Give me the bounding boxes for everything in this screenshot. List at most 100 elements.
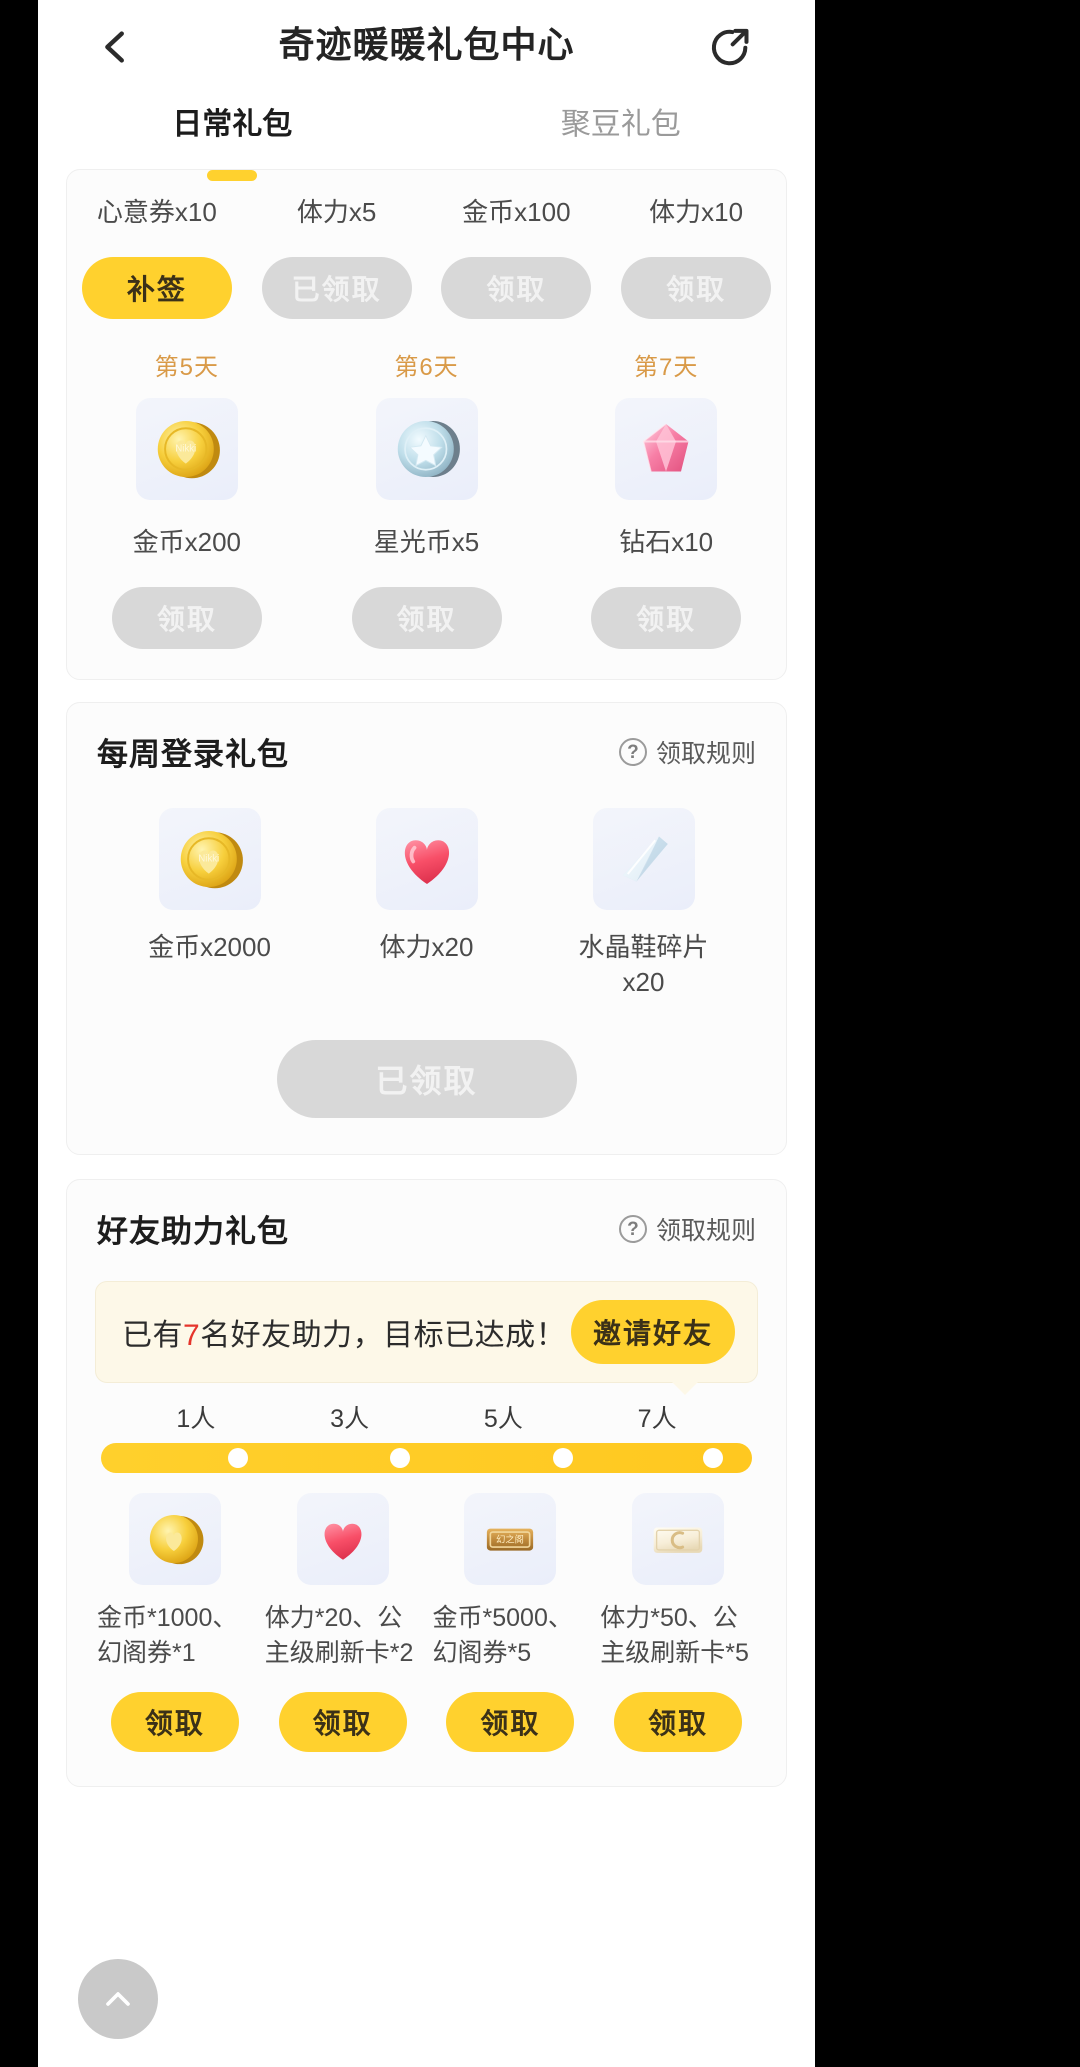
tab-daily-gifts-label: 日常礼包 [172,108,293,141]
progress-bar-wrap [67,1435,786,1474]
friend-reward-cell: 金币*1000、幻阁券*1 [91,1493,259,1670]
weekly-card-title: 每周登录礼包 [97,737,289,772]
tab-bar: 日常礼包 聚豆礼包 [38,95,816,181]
button-slot: 领取 [91,1692,259,1753]
signin-top-row: 心意券x10 补签 体力x5 已领取 金币x100 领取 体力x10 领取 [67,170,786,319]
button-slot: 领取 [606,229,786,319]
weekly-rules-link[interactable]: ? 领取规则 [618,734,756,770]
reward-thumbnail [296,1493,389,1586]
friend-progress-bar [101,1443,752,1474]
weekly-rules-label: 领取规则 [655,739,756,768]
friend-reward-cell: 体力*20、公主级刷新卡*2 [259,1493,427,1670]
claimed-button: 已领取 [261,257,412,319]
signin-bottom-row: 第5天 Nikki 金币x200 第6天 星光币x5 第7天 钻石x10 [67,319,786,559]
signin-cell: 心意券x10 补签 [67,170,247,319]
button-slot: 领取 [67,559,307,649]
milestone-label: 1人 [176,1405,216,1434]
reward-thumbnail [632,1493,725,1586]
progress-suffix: 名好友助力，目标已达成！ [200,1319,567,1353]
day-label: 第7天 [634,354,699,381]
signin-cell: 体力x10 领取 [606,170,786,319]
gold-coin-icon: Nikki [157,420,220,479]
makeup-signin-button[interactable]: 补签 [81,257,232,319]
reward-name: 钻石x10 [619,527,714,557]
button-slot: 领取 [546,559,786,649]
friend-help-card: 好友助力礼包 ? 领取规则 已有7名好友助力，目标已达成！ 邀请好友 1人 3人… [66,1179,787,1788]
friend-progress-text: 已有7名好友助力，目标已达成！ [122,1310,566,1354]
claim-button[interactable]: 领取 [591,587,742,649]
chevron-up-icon [106,1992,130,2006]
signin-day-cell: 第5天 Nikki 金币x200 [67,319,307,559]
share-button[interactable] [697,14,763,80]
tab-active-indicator [207,170,258,181]
weekly-button-slot: 已领取 [67,1000,786,1154]
friend-reward-cell: 体力*50、公主级刷新卡*5 [594,1493,762,1670]
claim-button[interactable]: 领取 [441,257,592,319]
gold-coin-icon: Nikki [180,830,243,889]
app-header: 奇迹暖暖礼包中心 [38,0,815,95]
signin-cell: 金币x100 领取 [427,170,607,319]
milestone-dot [553,1448,574,1469]
claim-button[interactable]: 领取 [614,1692,743,1753]
svg-text:Nikki: Nikki [198,853,219,864]
milestone-dot [702,1448,723,1469]
button-slot: 已领取 [247,229,427,319]
question-mark-icon: ? [618,1214,647,1243]
claim-button[interactable]: 领取 [110,1692,239,1753]
button-slot: 领取 [427,1692,595,1753]
friend-rules-label: 领取规则 [655,1216,756,1245]
friend-reward-cell: 幻之阁 金币*5000、幻阁券*5 [427,1493,595,1670]
friend-claim-buttons: 领取 领取 领取 领取 [67,1670,786,1786]
progress-prefix: 已有 [122,1319,183,1353]
heart-icon [404,840,449,884]
svg-text:幻之阁: 幻之阁 [497,1534,525,1545]
card-icon [653,1527,703,1554]
reward-name: 体力*50、公主级刷新卡*5 [600,1604,749,1667]
friend-card-header: 好友助力礼包 ? 领取规则 [67,1180,786,1255]
reward-thumbnail [615,398,718,500]
question-mark-icon: ? [618,737,647,766]
right-letterbox [815,0,1080,2067]
button-slot: 领取 [259,1692,427,1753]
reward-thumbnail [375,808,478,910]
claim-button[interactable]: 领取 [446,1692,575,1753]
button-slot: 补签 [67,229,247,319]
friend-rules-link[interactable]: ? 领取规则 [618,1211,756,1247]
invite-friends-button[interactable]: 邀请好友 [570,1300,735,1365]
reward-thumbnail: 幻之阁 [464,1493,557,1586]
weekly-card-header: 每周登录礼包 ? 领取规则 [67,703,786,778]
milestone-label: 7人 [637,1405,677,1434]
reward-thumbnail [592,808,695,910]
app-screen: 奇迹暖暖礼包中心 日常礼包 聚豆礼包 心意券x10 补签 体力x5 已领取 金币… [38,0,815,2067]
milestone-dot [227,1448,248,1469]
weekly-claimed-button: 已领取 [276,1040,577,1119]
claim-button[interactable]: 领取 [111,587,262,649]
weekly-reward-cell: 水晶鞋碎片 x20 [535,792,752,1000]
signin-bottom-buttons: 领取 领取 领取 [67,559,786,649]
reward-name: 金币*5000、幻阁券*5 [432,1604,573,1667]
progress-count: 7 [183,1319,201,1353]
reward-name: 水晶鞋碎片 x20 [578,932,709,998]
weekly-login-card: 每周登录礼包 ? 领取规则 Nikki 金币x2000 体力x20 水晶鞋碎片 … [66,702,787,1156]
claim-button[interactable]: 领取 [621,257,772,319]
tab-daily-gifts[interactable]: 日常礼包 [38,95,427,181]
weekly-reward-cell: Nikki 金币x2000 [101,792,318,1000]
claim-button[interactable]: 领取 [278,1692,407,1753]
signin-day-cell: 第7天 钻石x10 [546,319,786,559]
tab-judou-gifts-label: 聚豆礼包 [560,108,681,141]
gold-coin-icon [149,1515,204,1565]
reward-name: 金币x2000 [148,932,271,962]
left-letterbox [0,0,38,2067]
milestone-label: 3人 [330,1405,370,1434]
scroll-to-top-button[interactable] [78,1959,158,2039]
friend-progress-banner: 已有7名好友助力，目标已达成！ 邀请好友 [95,1281,758,1396]
milestone-label: 5人 [483,1405,523,1434]
claim-button[interactable]: 领取 [351,587,502,649]
reward-name: 金币x200 [132,527,242,557]
reward-thumbnail: Nikki [158,808,261,910]
button-slot: 领取 [427,229,607,319]
weekly-reward-cell: 体力x20 [318,792,535,1000]
signin-day-cell: 第6天 星光币x5 [307,319,547,559]
tab-judou-gifts[interactable]: 聚豆礼包 [427,95,816,167]
gold-bar-icon: 幻之阁 [487,1528,534,1551]
